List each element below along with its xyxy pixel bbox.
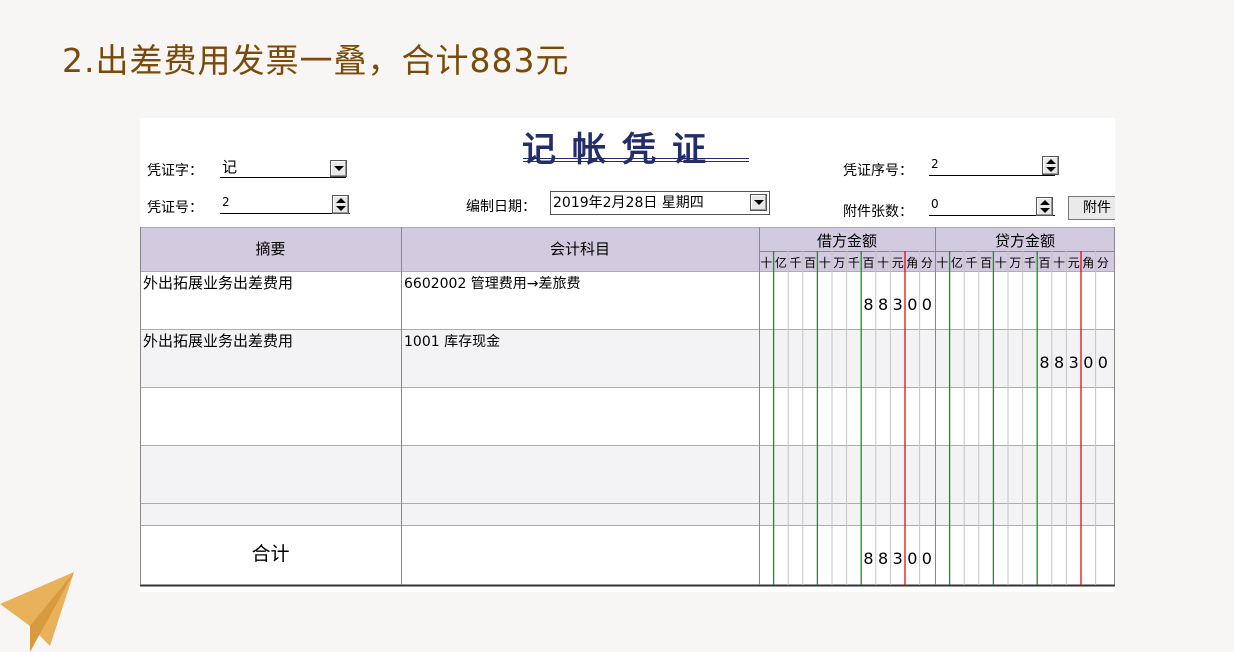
credit-unit-label: 亿 — [951, 255, 963, 270]
table-row — [140, 503, 1115, 525]
voucher-title: 记帐凭证 — [522, 130, 722, 170]
date-select[interactable]: 2019年2月28日 星期四 — [550, 191, 770, 215]
slide-title: 2.出差费用发票一叠，合计883元 — [62, 41, 570, 80]
debit-unit-label: 亿 — [775, 255, 787, 270]
credit-unit-label: 角 — [1082, 256, 1094, 270]
attach-button[interactable]: 附件 — [1068, 196, 1115, 220]
debit-unit-label: 十 — [819, 256, 831, 270]
row-summary: 外出拓展业务出差费用 — [143, 274, 293, 292]
chevron-down-icon[interactable] — [750, 194, 767, 211]
spinner-icon[interactable] — [1036, 197, 1053, 216]
total-label: 合计 — [251, 543, 289, 565]
credit-unit-label: 百 — [1038, 256, 1050, 270]
debit-unit-label: 十 — [760, 256, 772, 270]
chevron-down-icon[interactable] — [330, 160, 347, 177]
credit-unit-label: 百 — [980, 256, 992, 270]
debit-header: 借方金额 — [817, 232, 877, 250]
credit-unit-label: 元 — [1068, 256, 1080, 270]
debit-unit-label: 分 — [921, 256, 933, 270]
credit-unit-label: 千 — [1024, 256, 1036, 270]
row-summary: 外出拓展业务出差费用 — [143, 332, 293, 350]
credit-unit-label: 十 — [1053, 256, 1065, 270]
credit-unit-label: 万 — [1009, 256, 1021, 270]
title-underline — [523, 158, 749, 159]
debit-unit-label: 百 — [862, 256, 874, 270]
voucher-number-input[interactable]: 2 — [220, 194, 350, 214]
date-label: 编制日期： — [466, 199, 536, 215]
spinner-icon[interactable] — [1042, 156, 1059, 175]
credit-unit-label: 十 — [936, 256, 948, 270]
date-value: 2019年2月28日 星期四 — [553, 195, 704, 211]
debit-unit-label: 千 — [789, 256, 801, 270]
debit-unit-label: 百 — [804, 256, 816, 270]
summary-header: 摘要 — [255, 240, 285, 258]
table-row — [140, 387, 1115, 445]
voucher-seq-input[interactable]: 2 — [929, 156, 1055, 176]
credit-unit-label: 分 — [1097, 256, 1109, 270]
row-account: 1001 库存现金 — [404, 334, 500, 350]
voucher-window: 记帐凭证 凭证字： 记 凭证号： 2 编制日期： 2019年2月28日 星期四 … — [140, 118, 1115, 592]
voucher-table: 摘要 会计科目 借方金额 贷方金额十 十亿 亿千 千百 百十 十万 万千 千百 百十 十元 元角 角分 分外出… — [140, 227, 1115, 587]
spinner-icon[interactable] — [332, 195, 349, 214]
voucher-word-label: 凭证字： — [147, 163, 203, 179]
paper-plane-icon — [0, 572, 74, 652]
debit-unit-label: 角 — [906, 256, 918, 270]
table-row — [140, 445, 1115, 503]
debit-unit-label: 万 — [833, 256, 845, 270]
account-header: 会计科目 — [550, 240, 610, 258]
debit-unit-label: 十 — [877, 256, 889, 270]
voucher-seq-label: 凭证序号： — [843, 163, 913, 179]
credit-header: 贷方金额 — [995, 232, 1055, 250]
voucher-number-label: 凭证号： — [147, 200, 203, 216]
credit-unit-label: 千 — [965, 256, 977, 270]
voucher-word-select[interactable]: 记 — [220, 158, 346, 178]
title-underline — [523, 161, 749, 162]
credit-unit-label: 十 — [995, 256, 1007, 270]
debit-unit-label: 元 — [892, 256, 904, 270]
row-account: 6602002 管理费用→差旅费 — [404, 276, 581, 292]
attach-count-label: 附件张数： — [843, 204, 913, 220]
debit-unit-label: 千 — [848, 256, 860, 270]
